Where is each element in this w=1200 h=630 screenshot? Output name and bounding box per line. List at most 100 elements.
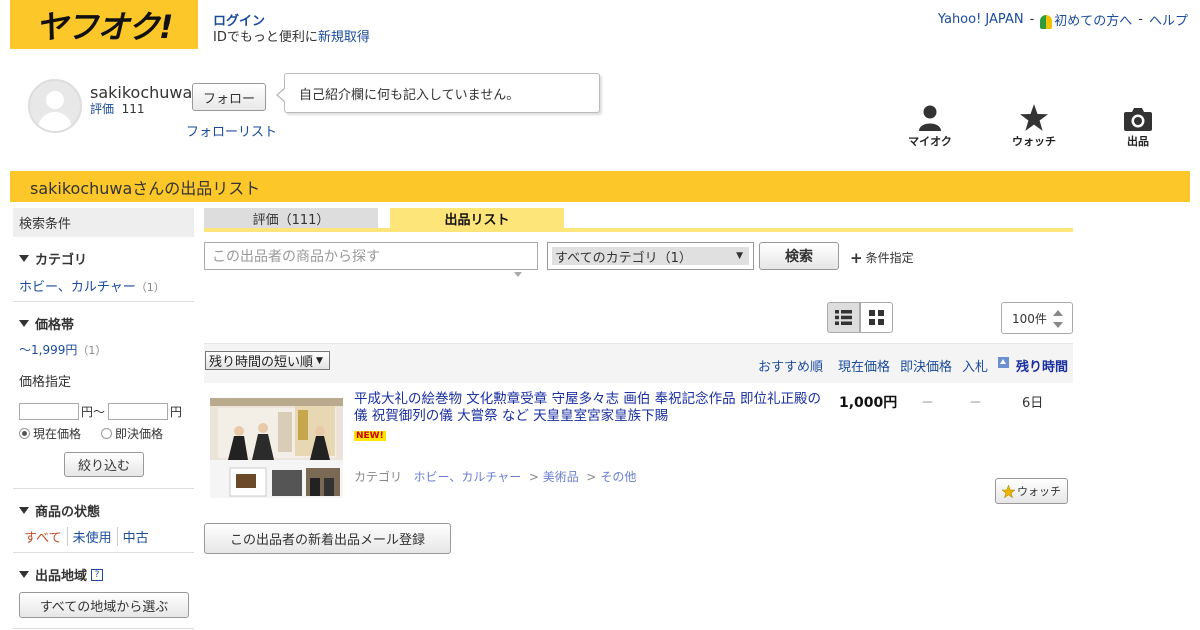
- id-promo: IDでもっと便利に新規取得: [213, 26, 370, 45]
- price-specify-label: 価格指定: [19, 375, 72, 390]
- follow-list-link[interactable]: フォローリスト: [186, 121, 277, 140]
- item-category-other[interactable]: その他: [600, 470, 636, 484]
- yahoo-japan-link[interactable]: Yahoo! JAPAN: [938, 12, 1024, 27]
- caret-down-icon: [514, 272, 522, 277]
- sort-select[interactable]: 残り時間の短い順 ▼: [205, 351, 330, 370]
- condition-specify-link[interactable]: + 条件指定: [850, 249, 914, 266]
- avatar: [28, 79, 82, 133]
- top-links: Yahoo! JAPAN - 初めての方へ - ヘルプ: [938, 10, 1188, 29]
- item-category-label: カテゴリ: [354, 470, 403, 484]
- per-page-stepper[interactable]: 100件: [1001, 302, 1073, 334]
- beginner-mark-icon: [1040, 14, 1053, 29]
- category-count: （1）: [135, 281, 165, 294]
- select-region-button[interactable]: すべての地域から選ぶ: [19, 592, 189, 618]
- grid-view-button[interactable]: [860, 302, 893, 333]
- radio-off-icon: [101, 428, 113, 439]
- item-watch-button[interactable]: ウォッチ: [995, 478, 1068, 504]
- price-filter-under-1999[interactable]: 〜1,999円（1）: [19, 341, 106, 358]
- region-section-label: 出品地域: [35, 569, 88, 584]
- filter-button[interactable]: 絞り込む: [64, 452, 144, 477]
- star-icon: [1004, 103, 1064, 131]
- search-placeholder: この出品者の商品から探す: [212, 249, 380, 265]
- search-conditions-heading: 検索条件: [13, 208, 194, 237]
- sort-bids[interactable]: 入札: [962, 356, 988, 375]
- follow-button[interactable]: フォロー: [192, 83, 266, 111]
- region-section-toggle[interactable]: 出品地域?: [19, 565, 104, 584]
- beginner-link-label: 初めての方へ: [1054, 14, 1133, 29]
- price-range-inputs: 円～ 円: [19, 403, 182, 420]
- condition-unused[interactable]: 未使用: [66, 527, 117, 546]
- star-icon: [1002, 484, 1015, 498]
- item-title-link[interactable]: 平成大礼の絵巻物 文化勲章受章 守屋多々志 画伯 奉祝記念作品 即位礼正殿の儀 …: [354, 391, 826, 425]
- rating-link[interactable]: 評価: [90, 102, 114, 116]
- triangle-down-icon: [19, 507, 29, 514]
- separator: -: [1029, 12, 1035, 27]
- sort-select-value: 残り時間の短い順: [209, 355, 314, 370]
- dropdown-arrow-icon: ▼: [316, 355, 323, 366]
- item-category-hobby[interactable]: ホビー、カルチャー: [413, 470, 521, 484]
- price-section-toggle[interactable]: 価格帯: [19, 314, 74, 333]
- search-button[interactable]: 検索: [759, 242, 839, 270]
- condition-used[interactable]: 中古: [116, 527, 154, 546]
- logo-text: ヤフオク!: [35, 7, 174, 46]
- sort-buynow-price[interactable]: 即決価格: [900, 356, 952, 375]
- person-icon: [900, 103, 960, 131]
- separator: -: [1138, 12, 1143, 27]
- condition-section-toggle[interactable]: 商品の状態: [19, 501, 100, 520]
- new-listing-mail-button[interactable]: この出品者の新着出品メール登録: [204, 523, 451, 554]
- per-page-value: 100件: [1012, 311, 1047, 326]
- condition-specify-label: 条件指定: [865, 251, 914, 265]
- item-category: カテゴリ ホビー、カルチャー > 美術品 > その他: [354, 470, 637, 484]
- camera-icon: [1108, 103, 1168, 131]
- tab-listing[interactable]: 出品リスト: [390, 208, 564, 228]
- watch-nav-button[interactable]: ウォッチ: [1004, 103, 1064, 149]
- yahuoku-logo[interactable]: ヤフオク!: [10, 0, 198, 49]
- condition-all[interactable]: すべて: [24, 527, 67, 546]
- list-view-icon: [835, 310, 852, 325]
- item-thumbnail[interactable]: [210, 398, 343, 498]
- radio-current-price[interactable]: 現在価格: [19, 425, 81, 442]
- condition-options: すべて 未使用 中古: [24, 527, 154, 546]
- triangle-down-icon: [19, 255, 29, 262]
- radio-buynow-price[interactable]: 即決価格: [101, 425, 163, 442]
- sell-button[interactable]: 出品: [1108, 103, 1168, 149]
- beginner-link[interactable]: 初めての方へ: [1040, 10, 1132, 29]
- item-bids: －: [969, 396, 983, 411]
- triangle-down-icon: [19, 320, 29, 327]
- category-filter-label: ホビー、カルチャー: [19, 280, 136, 295]
- category-filter-hobby[interactable]: ホビー、カルチャー（1）: [19, 276, 165, 295]
- condition-section-label: 商品の状態: [35, 505, 101, 520]
- sort-recommended[interactable]: おすすめ順: [758, 356, 823, 375]
- help-link[interactable]: ヘルプ: [1149, 10, 1188, 29]
- register-link[interactable]: 新規取得: [318, 30, 370, 45]
- list-view-button[interactable]: [827, 302, 860, 333]
- plus-icon: +: [850, 248, 863, 267]
- grid-view-icon: [869, 310, 884, 325]
- radio-buynow-label: 即決価格: [115, 427, 164, 441]
- divider: [13, 488, 194, 489]
- bio-bubble: 自己紹介欄に何も記入していません。: [276, 73, 600, 113]
- tab-underline: [204, 228, 1073, 232]
- myauc-button[interactable]: マイオク: [900, 103, 960, 149]
- rating-value: 111: [121, 102, 145, 116]
- seller-search-input[interactable]: この出品者の商品から探す: [204, 242, 538, 270]
- sort-remaining-time[interactable]: 残り時間: [1016, 356, 1068, 375]
- item-buynow-price: －: [921, 396, 935, 411]
- stepper-arrows-icon: [1053, 310, 1063, 328]
- category-select[interactable]: すべてのカテゴリ（1） ▼: [547, 242, 754, 270]
- radio-current-label: 現在価格: [33, 427, 82, 441]
- divider: [13, 628, 194, 629]
- price-min-input[interactable]: [19, 403, 79, 420]
- triangle-down-icon: [19, 571, 29, 578]
- page-title: sakikochuwaさんの出品リスト: [10, 171, 1190, 202]
- price-yen: 円: [170, 405, 183, 419]
- myauc-label: マイオク: [908, 135, 952, 148]
- sort-current-price[interactable]: 現在価格: [838, 356, 890, 375]
- help-icon[interactable]: ?: [91, 568, 104, 581]
- price-max-input[interactable]: [108, 403, 169, 420]
- dropdown-arrow-icon: ▼: [736, 251, 743, 261]
- tab-rating[interactable]: 評価（111）: [204, 208, 378, 228]
- id-promo-text: IDでもっと便利に: [213, 30, 318, 45]
- item-category-art[interactable]: 美術品: [543, 470, 579, 484]
- category-section-toggle[interactable]: カテゴリ: [19, 249, 87, 268]
